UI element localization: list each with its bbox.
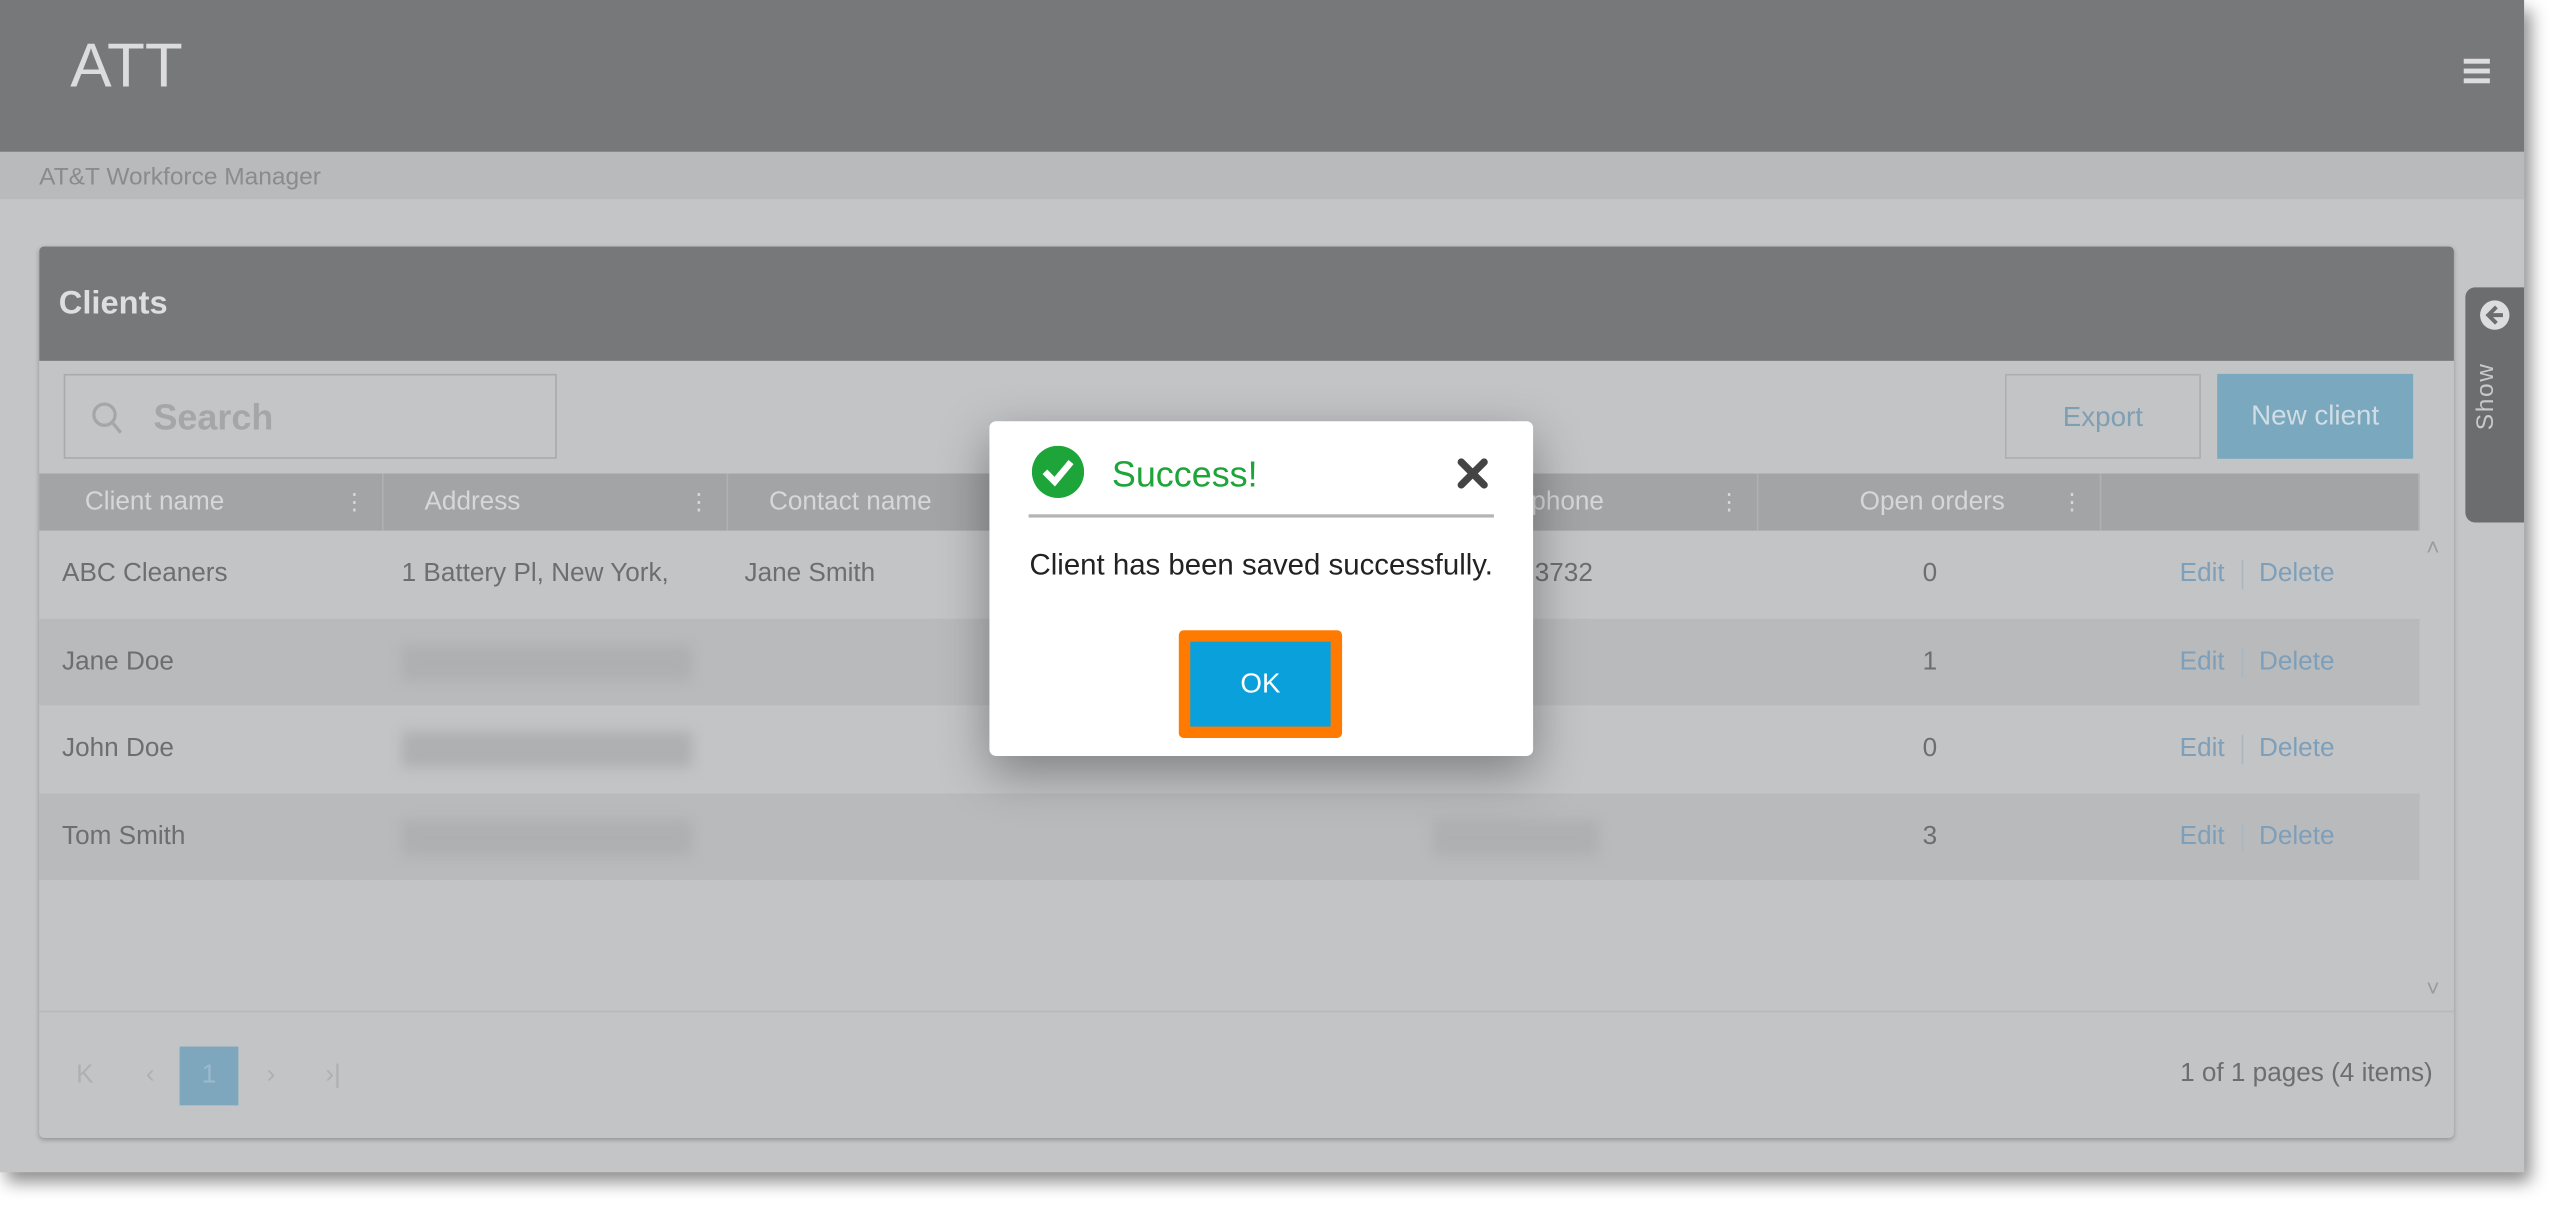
cell-client-name: Jane Doe [62,647,174,676]
edit-link[interactable]: Edit [2180,822,2225,851]
subheader: AT&T Workforce Manager [0,151,2525,200]
cell-open-orders: 3 [1922,822,1938,850]
cell-address-redacted [401,705,693,793]
first-page-icon[interactable]: K [56,1047,115,1106]
column-header-address[interactable]: Address ⋮ [384,473,729,531]
delete-link[interactable]: Delete [2259,647,2335,676]
pager: K ‹ 1 › ›| 1 of 1 pages (4 items) [39,1014,2454,1138]
scroll-down-arrow-icon[interactable]: ˅ [2426,975,2439,1001]
pager-info: 1 of 1 pages (4 items) [2180,1059,2433,1088]
column-header-client-name[interactable]: Client name ⋮ [39,473,384,531]
dialog-title: Success! [1111,453,1258,495]
cell-address-redacted [401,619,693,706]
ok-button[interactable]: OK [1190,641,1331,727]
new-client-button[interactable]: New client [2217,373,2414,459]
column-label: Client name [84,488,225,516]
action-separator [2241,647,2243,677]
cell-address-redacted [401,793,693,880]
column-menu-icon[interactable]: ⋮ [2060,473,2083,530]
brand-title: ATT [70,32,183,102]
column-header-actions [2101,473,2420,531]
panel-title: Clients [58,285,168,322]
column-label: Open orders [1859,488,2005,516]
panel-header: Clients [39,246,2454,361]
search-placeholder: Search [153,396,274,438]
delete-link[interactable]: Delete [2259,735,2335,764]
app-subtitle: AT&T Workforce Manager [39,163,321,192]
action-separator [2241,734,2243,765]
hamburger-icon[interactable] [2463,58,2490,88]
edit-link[interactable]: Edit [2180,560,2225,589]
divider [39,1010,2454,1013]
cell-open-orders: 0 [1922,734,1938,763]
next-page-icon[interactable]: › [242,1047,301,1106]
table-row[interactable]: Tom Smith 3 Edit Delete [39,793,2420,881]
show-side-tab[interactable]: Show [2465,287,2525,523]
cell-phone-redacted [1431,793,1599,880]
cell-open-orders: 1 [1922,647,1938,676]
page-1-button[interactable]: 1 [179,1046,239,1106]
column-label: Contact name [769,488,932,516]
cell-client-name: Tom Smith [62,822,186,850]
column-menu-icon[interactable]: ⋮ [687,473,710,530]
check-circle-icon [1031,445,1085,498]
delete-link[interactable]: Delete [2259,822,2335,851]
prev-page-icon[interactable]: ‹ [121,1047,180,1106]
action-separator [2241,560,2243,590]
show-label: Show [2471,362,2500,431]
dialog-divider [1028,514,1494,518]
ok-highlight: OK [1178,630,1343,738]
cell-client-name: John Doe [62,734,174,763]
export-button[interactable]: Export [2004,373,2201,459]
cell-address: 1 Battery Pl, New York, [401,560,669,588]
search-input[interactable]: Search [63,373,557,459]
column-label: Address [424,488,521,516]
column-menu-icon[interactable]: ⋮ [1718,473,1741,530]
delete-link[interactable]: Delete [2259,560,2335,589]
cell-phone: 3732 [1534,560,1593,588]
search-icon [92,402,123,434]
column-header-open-orders[interactable]: Open orders ⋮ [1758,473,2102,531]
edit-link[interactable]: Edit [2180,647,2225,676]
app-window: ATT AT&T Workforce Manager Clients Searc… [0,0,2525,1173]
success-dialog: Success! Client has been saved successfu… [989,421,1534,756]
cell-contact-name: Jane Smith [744,560,876,588]
scroll-up-arrow-icon[interactable]: ˄ [2426,534,2439,560]
column-menu-icon[interactable]: ⋮ [343,473,366,530]
action-separator [2241,822,2243,852]
cell-client-name: ABC Cleaners [62,560,228,588]
close-icon[interactable] [1456,457,1489,490]
dialog-message: Client has been saved successfully. [1029,548,1493,582]
cell-open-orders: 0 [1922,560,1938,588]
arrow-left-circle-icon [2480,300,2510,330]
top-bar: ATT [0,0,2525,152]
last-page-icon[interactable]: ›| [304,1047,363,1106]
edit-link[interactable]: Edit [2180,735,2225,764]
